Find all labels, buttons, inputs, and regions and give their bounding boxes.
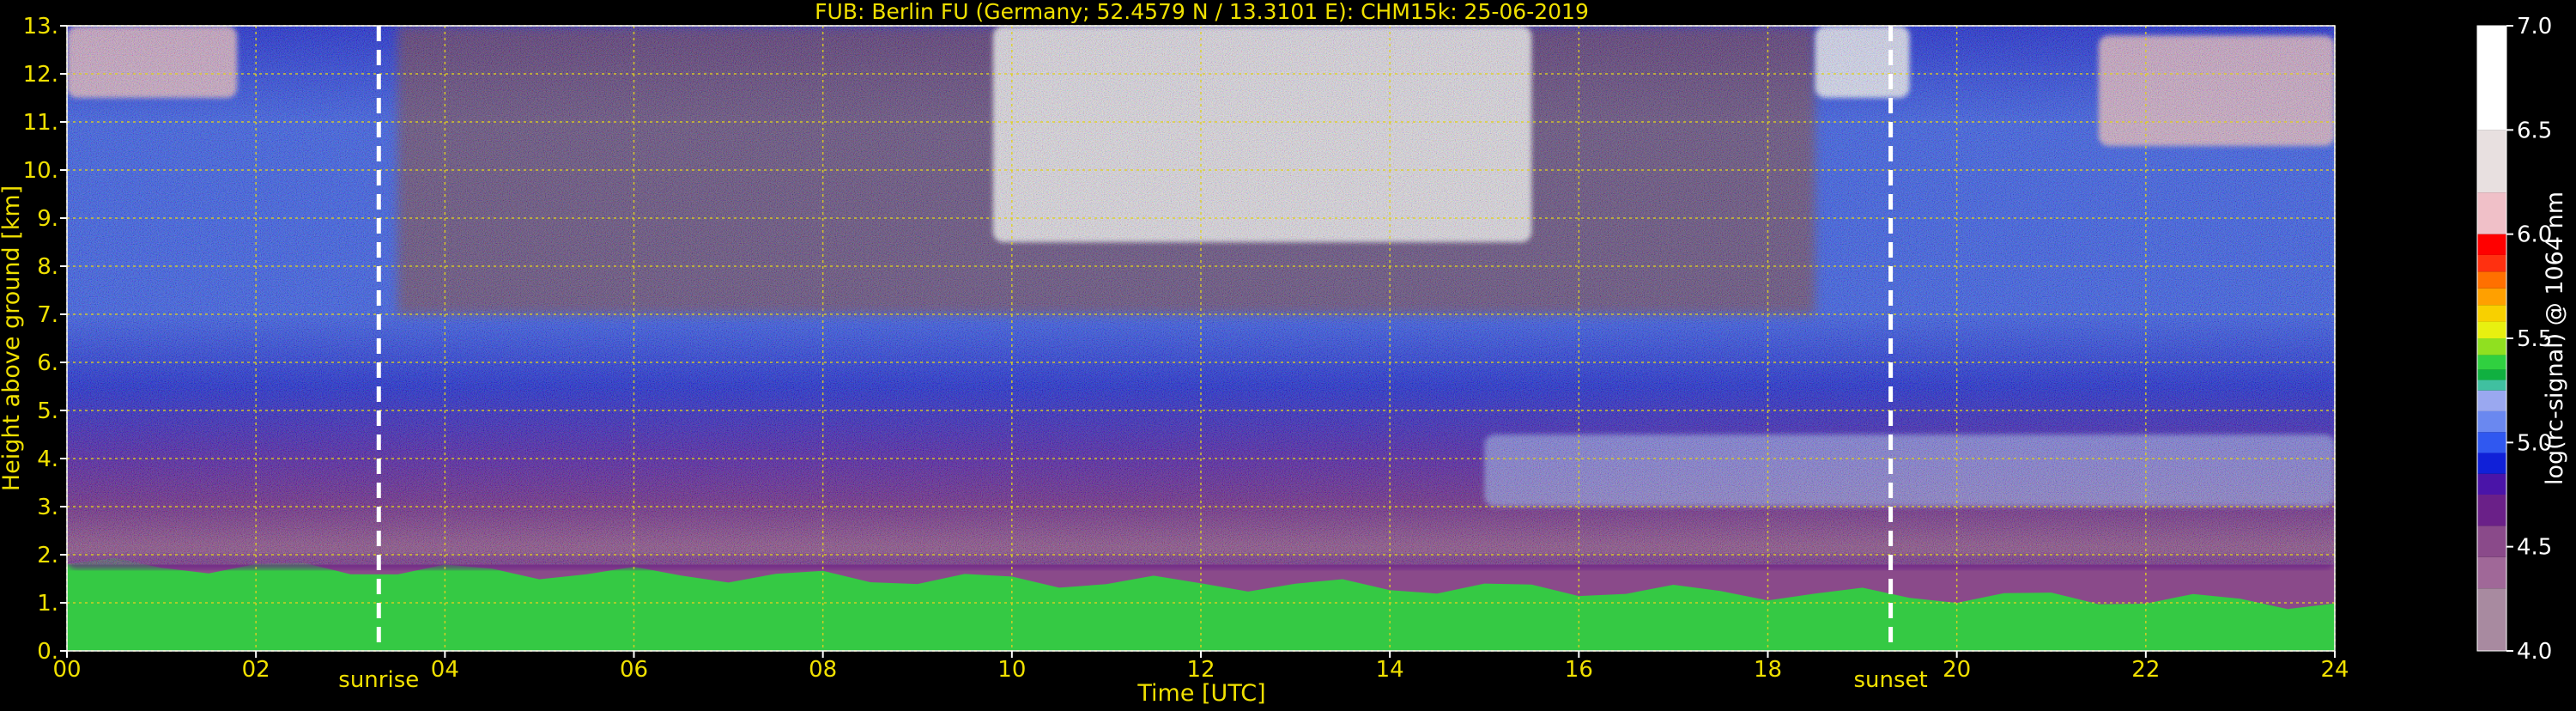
x-tick-label: 08 <box>809 657 837 683</box>
colorbar-tick-label: 7.0 <box>2517 14 2552 40</box>
y-axis-label: Height above ground [km] <box>0 185 25 491</box>
x-axis-label: Time [UTC] <box>1136 680 1265 707</box>
x-tick-label: 14 <box>1376 657 1404 683</box>
y-tick-label: 4. <box>37 447 58 472</box>
ceilometer-chart: FUB: Berlin FU (Germany; 52.4579 N / 13.… <box>0 0 2568 707</box>
ceilometer-figure: FUB: Berlin FU (Germany; 52.4579 N / 13.… <box>0 0 2576 708</box>
y-tick-label: 7. <box>37 302 58 328</box>
y-tick-label: 8. <box>37 254 58 280</box>
colorbar-level <box>2477 390 2506 411</box>
x-tick-label: 04 <box>431 657 459 683</box>
colorbar-level <box>2477 526 2506 557</box>
x-tick-label: 06 <box>620 657 648 683</box>
colorbar-level <box>2477 380 2506 391</box>
colorbar-level <box>2477 288 2506 306</box>
colorbar-tick-label: 6.5 <box>2517 118 2552 143</box>
colorbar-level <box>2477 355 2506 370</box>
colorbar-level <box>2477 254 2506 272</box>
y-tick-label: 0. <box>37 639 58 665</box>
colorbar-tick-label: 4.0 <box>2517 639 2552 665</box>
y-tick-label: 10. <box>23 158 58 184</box>
x-tick-label: 16 <box>1565 657 1593 683</box>
y-tick-label: 5. <box>37 398 58 424</box>
x-tick-label: 20 <box>1943 657 1971 683</box>
x-tick-label: 10 <box>997 657 1026 683</box>
colorbar-tick-label: 4.5 <box>2517 535 2552 561</box>
x-tick-label: 22 <box>2131 657 2160 683</box>
colorbar-level <box>2477 305 2506 322</box>
colorbar-level <box>2477 410 2506 433</box>
x-tick-label: 12 <box>1186 657 1215 683</box>
colorbar-level <box>2477 588 2506 651</box>
colorbar-level <box>2477 556 2506 589</box>
colorbar-level <box>2477 369 2506 380</box>
x-tick-label: 18 <box>1754 657 1782 683</box>
colorbar-level <box>2477 495 2506 526</box>
sunset-label: sunset <box>1853 667 1927 693</box>
colorbar-level <box>2477 192 2506 234</box>
colorbar-label: log(rc-signal) @ 1064 nm <box>2542 191 2568 485</box>
x-tick-label: 02 <box>242 657 270 683</box>
y-tick-label: 9. <box>37 206 58 232</box>
colorbar-level <box>2477 338 2506 356</box>
colorbar-level <box>2477 26 2506 131</box>
chart-title: FUB: Berlin FU (Germany; 52.4579 N / 13.… <box>815 0 1589 24</box>
sunrise-label: sunrise <box>338 667 419 693</box>
y-tick-label: 3. <box>37 495 58 520</box>
colorbar-level <box>2477 234 2506 255</box>
y-tick-label: 1. <box>37 591 58 617</box>
y-tick-label: 12. <box>23 62 58 88</box>
y-tick-label: 13. <box>23 14 58 40</box>
y-tick-label: 6. <box>37 350 58 376</box>
colorbar-level <box>2477 321 2506 338</box>
colorbar-level <box>2477 453 2506 474</box>
colorbar-level <box>2477 130 2506 193</box>
colorbar-level <box>2477 473 2506 495</box>
y-tick-label: 11. <box>23 110 58 136</box>
colorbar-level <box>2477 271 2506 289</box>
y-tick-label: 2. <box>37 543 58 568</box>
colorbar-level <box>2477 432 2506 453</box>
x-tick-label: 24 <box>2320 657 2349 683</box>
